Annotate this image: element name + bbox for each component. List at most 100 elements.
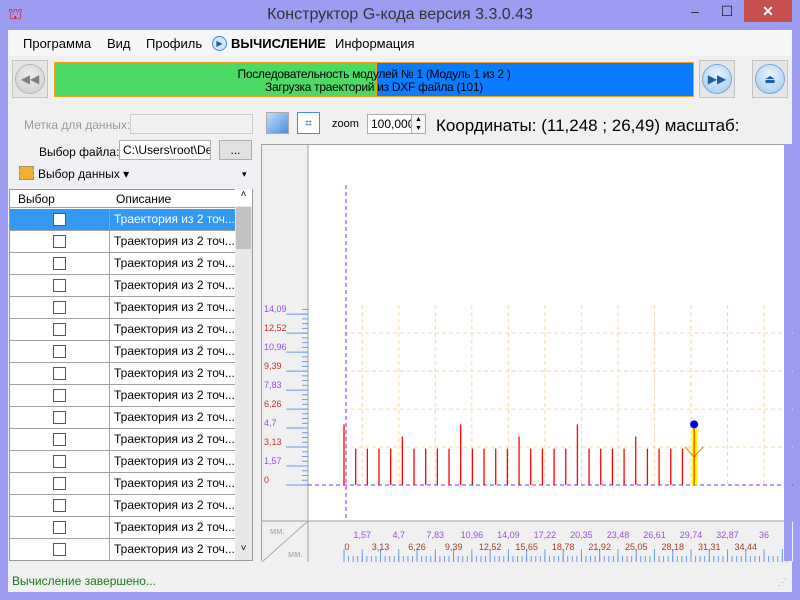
table-row[interactable]: Траектория из 2 точ... [10, 297, 236, 319]
edit-icon[interactable] [266, 112, 289, 134]
window-border [784, 144, 792, 561]
y-tick-label: 6,26 [264, 399, 282, 409]
menu-calculation[interactable]: ВЫЧИСЛЕНИЕ [231, 30, 326, 56]
select-cell[interactable] [10, 275, 110, 296]
rewind-icon: ◀◀ [15, 64, 45, 94]
close-button[interactable]: ✕ [744, 0, 792, 22]
row-checkbox[interactable] [53, 455, 66, 468]
table-header: Выбор Описание [10, 190, 236, 208]
zoom-spinner[interactable]: ▲ ▼ [411, 114, 426, 134]
column-header-select[interactable]: Выбор [18, 192, 55, 206]
select-cell[interactable] [10, 231, 110, 252]
plot-svg[interactable]: мм.мм.01,573,134,76,267,839,3910,9612,52… [261, 145, 793, 563]
minimize-button[interactable]: – [680, 0, 710, 22]
table-scrollbar[interactable]: ˄ ˅ [235, 189, 252, 560]
y-ruler [262, 145, 308, 562]
select-cell[interactable] [10, 429, 110, 450]
x-tick-label-bottom: 18,78 [552, 542, 575, 552]
row-checkbox[interactable] [53, 389, 66, 402]
table-row[interactable]: Траектория из 2 точ... [10, 539, 236, 560]
row-checkbox[interactable] [53, 301, 66, 314]
row-checkbox[interactable] [53, 521, 66, 534]
zoom-input[interactable]: 100,000 [367, 114, 411, 134]
table-row[interactable]: Траектория из 2 точ... [10, 275, 236, 297]
table-row[interactable]: Траектория из 2 точ... [10, 385, 236, 407]
x-tick-label-bottom: 3,13 [372, 542, 390, 552]
x-tick-label-bottom: 25,05 [625, 542, 648, 552]
select-cell[interactable] [10, 539, 110, 560]
table-row[interactable]: Траектория из 2 точ... [10, 517, 236, 539]
fast-forward-icon: ▶▶ [702, 64, 732, 94]
x-tick-label-bottom: 15,65 [515, 542, 538, 552]
next-button[interactable]: ▶▶ [699, 60, 735, 98]
table-row[interactable]: Траектория из 2 точ... [10, 209, 236, 231]
data-table: Выбор Описание Траектория из 2 точ... Тра… [9, 189, 253, 561]
file-path-input[interactable]: C:\Users\root\Des [119, 140, 211, 160]
select-cell[interactable] [10, 517, 110, 538]
menu-profil[interactable]: Профиль [146, 30, 202, 56]
select-cell[interactable] [10, 385, 110, 406]
select-cell[interactable] [10, 451, 110, 472]
row-checkbox[interactable] [53, 477, 66, 490]
toolbar-overflow-icon[interactable]: ▾ [242, 169, 247, 180]
row-checkbox[interactable] [53, 279, 66, 292]
table-row[interactable]: Траектория из 2 точ... [10, 231, 236, 253]
fit-view-icon[interactable]: ⌗ [297, 112, 320, 134]
row-checkbox[interactable] [53, 235, 66, 248]
select-cell[interactable] [10, 253, 110, 274]
table-row[interactable]: Траектория из 2 точ... [10, 253, 236, 275]
description-cell: Траектория из 2 точ... [114, 476, 235, 490]
table-row[interactable]: Траектория из 2 точ... [10, 341, 236, 363]
select-cell[interactable] [10, 341, 110, 362]
table-row[interactable]: Траектория из 2 точ... [10, 363, 236, 385]
x-tick-label-top: 32,87 [716, 530, 739, 540]
row-checkbox[interactable] [53, 323, 66, 336]
row-checkbox[interactable] [53, 543, 66, 556]
row-checkbox[interactable] [53, 345, 66, 358]
scroll-up-icon[interactable]: ˄ [235, 189, 252, 206]
column-header-description[interactable]: Описание [116, 192, 171, 206]
scroll-down-icon[interactable]: ˅ [235, 543, 252, 560]
menu-programma[interactable]: Программа [23, 30, 91, 56]
previous-button[interactable]: ◀◀ [12, 60, 48, 98]
y-tick-label: 12,52 [264, 323, 287, 333]
select-cell[interactable] [10, 495, 110, 516]
row-checkbox[interactable] [53, 411, 66, 424]
x-tick-label-top: 14,09 [497, 530, 520, 540]
table-row[interactable]: Траектория из 2 точ... [10, 319, 236, 341]
y-tick-label: 10,96 [264, 342, 287, 352]
row-checkbox[interactable] [53, 213, 66, 226]
select-cell[interactable] [10, 319, 110, 340]
table-row[interactable]: Траектория из 2 точ... [10, 407, 236, 429]
description-cell: Траектория из 2 точ... [114, 542, 235, 556]
select-data-dropdown[interactable]: Выбор данных ▾ [38, 167, 129, 181]
maximize-button[interactable]: ☐ [712, 0, 742, 22]
select-cell[interactable] [10, 209, 110, 230]
resize-grip-icon[interactable]: ⋰ [778, 577, 787, 588]
menu-vid[interactable]: Вид [107, 30, 131, 56]
data-label-input[interactable] [130, 114, 253, 134]
plot-canvas[interactable]: мм. мм. 0 1,57 3,13 4,7 6,26 7,83 9,39 10,96 12,52… [261, 144, 793, 563]
y-tick-label: 14,09 [264, 304, 287, 314]
eject-button[interactable]: ⏏ [752, 60, 788, 98]
x-tick-label-top: 1,57 [353, 530, 371, 540]
x-tick-label-top: 4,7 [393, 530, 406, 540]
description-cell: Траектория из 2 точ... [114, 234, 235, 248]
row-checkbox[interactable] [53, 257, 66, 270]
table-row[interactable]: Траектория из 2 точ... [10, 495, 236, 517]
select-cell[interactable] [10, 473, 110, 494]
menu-info[interactable]: Информация [335, 30, 415, 56]
table-row[interactable]: Траектория из 2 точ... [10, 429, 236, 451]
select-cell[interactable] [10, 297, 110, 318]
x-tick-label-bottom: 0 [344, 542, 349, 552]
row-checkbox[interactable] [53, 433, 66, 446]
browse-button[interactable]: ... [219, 140, 252, 160]
row-checkbox[interactable] [53, 367, 66, 380]
select-cell[interactable] [10, 407, 110, 428]
scroll-thumb[interactable] [236, 207, 251, 249]
table-row[interactable]: Траектория из 2 точ... [10, 473, 236, 495]
table-row[interactable]: Траектория из 2 точ... [10, 451, 236, 473]
coordinates-readout: Координаты: (11,248 ; 26,49) масштаб: [436, 116, 740, 135]
row-checkbox[interactable] [53, 499, 66, 512]
select-cell[interactable] [10, 363, 110, 384]
